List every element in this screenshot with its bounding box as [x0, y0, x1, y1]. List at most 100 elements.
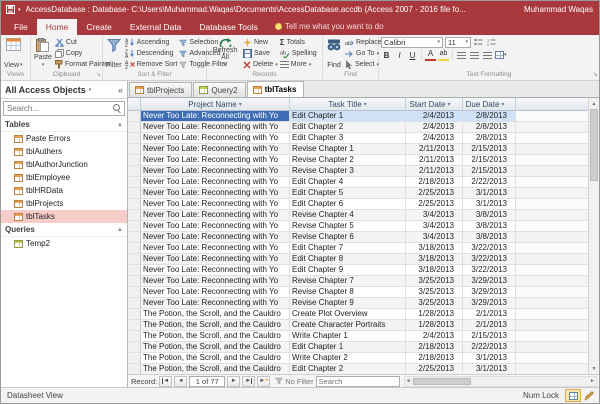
cell[interactable]: The Potion, the Scroll, and the Cauldro	[141, 364, 290, 374]
previous-record-button[interactable]: ◄	[174, 375, 188, 387]
cell[interactable]: Edit Chapter 4	[290, 177, 406, 188]
qat-dropdown-icon[interactable]: ▾	[18, 7, 21, 13]
column-header-task-title[interactable]: Task Title ▾	[290, 98, 406, 111]
cell[interactable]: Revise Chapter 3	[290, 166, 406, 177]
cell[interactable]: Edit Chapter 1	[290, 111, 406, 122]
filter-status[interactable]: No Filter	[285, 377, 313, 386]
record-selector[interactable]	[128, 166, 141, 177]
cell[interactable]: 3/8/2013	[463, 221, 516, 232]
bold-button[interactable]: B	[381, 50, 392, 61]
cell[interactable]: 2/22/2013	[463, 342, 516, 353]
column-header-due-date[interactable]: Due Date ▾	[463, 98, 516, 111]
record-selector[interactable]	[128, 353, 141, 364]
record-selector[interactable]	[128, 210, 141, 221]
tell-me-box[interactable]: Tell me what you want to do	[267, 22, 392, 35]
font-size-select[interactable]: 11 ▾	[445, 36, 471, 48]
cell[interactable]: Never Too Late: Reconnecting with Yo	[141, 221, 290, 232]
record-selector[interactable]	[128, 111, 141, 122]
delete-record-button[interactable]: Delete ▾	[243, 59, 278, 70]
cell[interactable]: 3/22/2013	[463, 265, 516, 276]
highlight-color-button[interactable]: ab	[438, 50, 449, 61]
ribbon-tab-external-data[interactable]: External Data	[121, 19, 191, 35]
cell[interactable]: Revise Chapter 9	[290, 298, 406, 309]
ribbon-tab-file[interactable]: File	[5, 19, 37, 35]
cell[interactable]: 3/25/2013	[406, 298, 463, 309]
cell[interactable]: 1/28/2013	[406, 320, 463, 331]
cell[interactable]: 2/22/2013	[463, 177, 516, 188]
italic-button[interactable]: I	[394, 50, 405, 61]
filter-button[interactable]: Filter	[105, 36, 123, 70]
cell[interactable]: 2/15/2013	[463, 155, 516, 166]
cell[interactable]: 2/15/2013	[463, 144, 516, 155]
cell[interactable]: 2/25/2013	[406, 188, 463, 199]
cell[interactable]: 2/11/2013	[406, 155, 463, 166]
cell[interactable]: The Potion, the Scroll, and the Cauldro	[141, 320, 290, 331]
cell[interactable]: 3/1/2013	[463, 364, 516, 374]
cell[interactable]: 3/4/2013	[406, 221, 463, 232]
cell[interactable]: 2/4/2013	[406, 111, 463, 122]
cell[interactable]: 2/25/2013	[406, 199, 463, 210]
cell[interactable]: 3/8/2013	[463, 210, 516, 221]
cell[interactable]: Revise Chapter 1	[290, 144, 406, 155]
nav-group-tables[interactable]: Tables ▲	[1, 118, 127, 132]
nav-item-tblprojects[interactable]: tblProjects	[1, 197, 127, 210]
cell[interactable]: Never Too Late: Reconnecting with Yo	[141, 265, 290, 276]
record-selector[interactable]	[128, 199, 141, 210]
cell[interactable]: 3/22/2013	[463, 243, 516, 254]
record-selector[interactable]	[128, 320, 141, 331]
scroll-right-icon[interactable]: ►	[589, 378, 596, 384]
align-center-button[interactable]	[469, 50, 480, 61]
save-icon[interactable]	[6, 5, 15, 14]
ascending-button[interactable]: A Z Ascending	[125, 37, 178, 48]
record-selector[interactable]	[128, 309, 141, 320]
design-view-button[interactable]	[581, 389, 597, 402]
refresh-all-button[interactable]: Refresh All ▾	[209, 36, 241, 70]
cell[interactable]: Edit Chapter 7	[290, 243, 406, 254]
first-record-button[interactable]: ◄	[159, 375, 173, 387]
record-selector[interactable]	[128, 133, 141, 144]
underline-button[interactable]: U	[407, 50, 418, 61]
cell[interactable]: 3/25/2013	[406, 287, 463, 298]
record-selector[interactable]	[128, 342, 141, 353]
scroll-left-icon[interactable]: ◄	[405, 378, 412, 384]
paste-button[interactable]: Paste ▾	[33, 36, 53, 70]
nav-item-tblauthorjunction[interactable]: tblAuthorJunction	[1, 158, 127, 171]
align-right-button[interactable]	[482, 50, 493, 61]
column-header-project-name[interactable]: Project Name ▾	[141, 98, 290, 111]
nav-item-tbltasks[interactable]: tblTasks	[1, 210, 127, 223]
cell[interactable]: 3/4/2013	[406, 232, 463, 243]
record-selector[interactable]	[128, 276, 141, 287]
cell[interactable]: Edit Chapter 5	[290, 188, 406, 199]
cell[interactable]: 3/1/2013	[463, 188, 516, 199]
record-selector[interactable]	[128, 155, 141, 166]
replace-button[interactable]: ab Replace	[345, 37, 382, 48]
last-record-button[interactable]: ►	[242, 375, 256, 387]
cell[interactable]: Edit Chapter 8	[290, 254, 406, 265]
cell[interactable]: Create Plot Overview	[290, 309, 406, 320]
view-button[interactable]: View ▾	[3, 36, 24, 70]
goto-button[interactable]: Go To ▾	[345, 48, 382, 59]
cell[interactable]: Edit Chapter 2	[290, 122, 406, 133]
cell[interactable]: Never Too Late: Reconnecting with Yo	[141, 276, 290, 287]
cell[interactable]: Never Too Late: Reconnecting with Yo	[141, 199, 290, 210]
cell[interactable]: The Potion, the Scroll, and the Cauldro	[141, 353, 290, 364]
next-record-button[interactable]: ►	[227, 375, 241, 387]
cell[interactable]: Revise Chapter 7	[290, 276, 406, 287]
cell[interactable]: Write Chapter 1	[290, 331, 406, 342]
font-color-button[interactable]: A	[425, 50, 436, 61]
record-search-input[interactable]	[315, 375, 400, 387]
nav-item-tblemployee[interactable]: tblEmployee	[1, 171, 127, 184]
ribbon-tab-database-tools[interactable]: Database Tools	[190, 19, 266, 35]
cell[interactable]: 2/8/2013	[463, 133, 516, 144]
document-tab-query2[interactable]: Query2	[193, 82, 246, 97]
cell[interactable]: Edit Chapter 3	[290, 133, 406, 144]
cell[interactable]: 2/8/2013	[463, 111, 516, 122]
cell[interactable]: Edit Chapter 9	[290, 265, 406, 276]
cell[interactable]: Revise Chapter 2	[290, 155, 406, 166]
cell[interactable]: 3/8/2013	[463, 232, 516, 243]
bullets-button[interactable]	[473, 37, 484, 48]
ribbon-tab-create[interactable]: Create	[77, 19, 121, 35]
cell[interactable]: Never Too Late: Reconnecting with Yo	[141, 166, 290, 177]
align-left-button[interactable]	[456, 50, 467, 61]
new-blank-record-button[interactable]: ► *	[257, 375, 271, 387]
